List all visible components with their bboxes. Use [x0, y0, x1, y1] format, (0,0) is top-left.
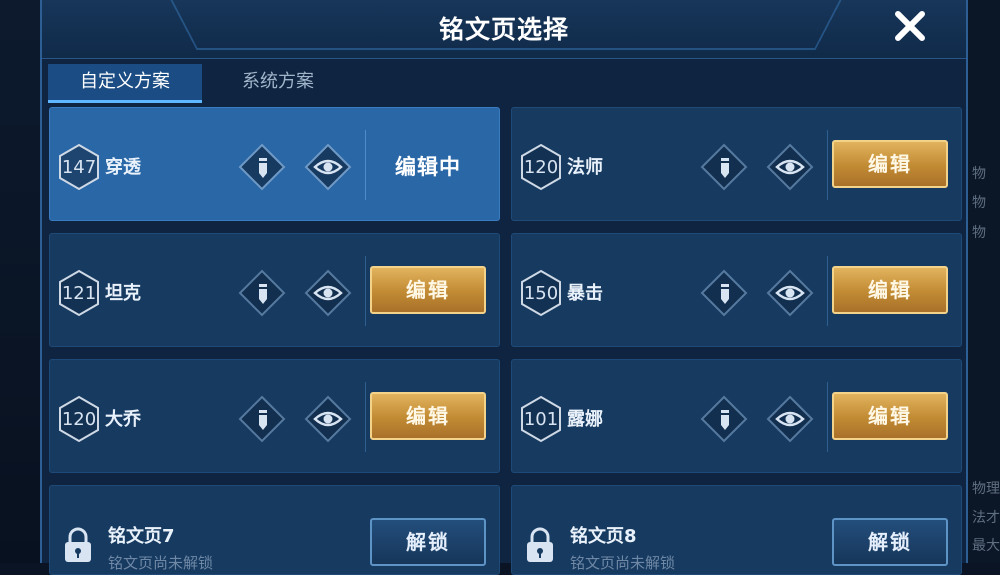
rune-page-name: 暴击	[567, 283, 603, 304]
unlock-button[interactable]: 解锁	[832, 518, 948, 566]
rune-page-card[interactable]: 147 穿透 编辑中	[49, 107, 500, 221]
rune-level: 120	[61, 408, 97, 430]
card-divider	[827, 130, 828, 200]
rename-pencil-icon[interactable]	[700, 143, 748, 191]
rune-page-name: 穿透	[105, 157, 141, 178]
preview-eye-icon[interactable]	[766, 269, 814, 317]
locked-page-name: 铭文页8	[570, 526, 637, 547]
rune-page-card[interactable]: 150 暴击 编辑	[511, 233, 962, 347]
edit-button[interactable]: 编辑	[832, 266, 948, 314]
preview-eye-icon[interactable]	[304, 143, 352, 191]
unlock-button[interactable]: 解锁	[370, 518, 486, 566]
rune-level: 147	[61, 156, 97, 178]
rune-page-name: 坦克	[105, 283, 141, 304]
tab-custom[interactable]: 自定义方案	[48, 64, 202, 103]
background-text: 物	[972, 195, 986, 211]
dialog-title: 铭文页选择	[438, 15, 569, 44]
rune-page-name: 法师	[567, 157, 603, 178]
lock-icon	[527, 527, 553, 562]
preview-eye-icon[interactable]	[766, 395, 814, 443]
card-divider	[365, 130, 366, 200]
card-divider	[827, 256, 828, 326]
preview-eye-icon[interactable]	[304, 395, 352, 443]
locked-rune-page-card[interactable]: 铭文页7 铭文页尚未解锁 解锁	[49, 485, 500, 575]
rune-page-card[interactable]: 120 大乔 编辑	[49, 359, 500, 473]
rename-pencil-icon[interactable]	[700, 269, 748, 317]
edit-button[interactable]: 编辑	[370, 266, 486, 314]
rune-page-card[interactable]: 101 露娜 编辑	[511, 359, 962, 473]
background-text: 法才	[972, 510, 1000, 526]
card-divider	[827, 382, 828, 452]
rune-level: 120	[523, 156, 559, 178]
background-text: 物理	[972, 481, 1000, 497]
rune-page-name: 露娜	[567, 409, 603, 430]
preview-eye-icon[interactable]	[766, 143, 814, 191]
edit-button[interactable]: 编辑	[832, 392, 948, 440]
close-button[interactable]	[890, 6, 930, 46]
editing-status: 编辑中	[395, 155, 461, 179]
background-text: 物	[972, 225, 986, 241]
background-left	[0, 0, 42, 563]
preview-eye-icon[interactable]	[304, 269, 352, 317]
rename-pencil-icon[interactable]	[238, 143, 286, 191]
rune-level: 101	[523, 408, 559, 430]
rune-page-dialog: 铭文页选择 自定义方案 系统方案 147 穿透 编辑中 120 法师 编辑 12…	[40, 0, 968, 575]
rune-level: 150	[523, 282, 559, 304]
locked-rune-page-card[interactable]: 铭文页8 铭文页尚未解锁 解锁	[511, 485, 962, 575]
card-divider	[365, 256, 366, 326]
dialog-header: 铭文页选择	[42, 0, 966, 59]
rune-page-card[interactable]: 121 坦克 编辑	[49, 233, 500, 347]
rename-pencil-icon[interactable]	[238, 395, 286, 443]
rename-pencil-icon[interactable]	[238, 269, 286, 317]
rune-level: 121	[61, 282, 97, 304]
card-divider	[365, 382, 366, 452]
rune-page-name: 大乔	[105, 409, 141, 430]
close-icon	[895, 11, 925, 41]
edit-button[interactable]: 编辑	[370, 392, 486, 440]
rename-pencil-icon[interactable]	[700, 395, 748, 443]
lock-icon	[65, 527, 91, 562]
locked-page-name: 铭文页7	[108, 526, 175, 547]
background-text: 物	[972, 166, 986, 182]
rune-page-card[interactable]: 120 法师 编辑	[511, 107, 962, 221]
background-text: 最大	[972, 538, 1000, 554]
tab-bar: 自定义方案 系统方案	[48, 64, 962, 103]
tab-system[interactable]: 系统方案	[218, 64, 338, 100]
edit-button[interactable]: 编辑	[832, 140, 948, 188]
